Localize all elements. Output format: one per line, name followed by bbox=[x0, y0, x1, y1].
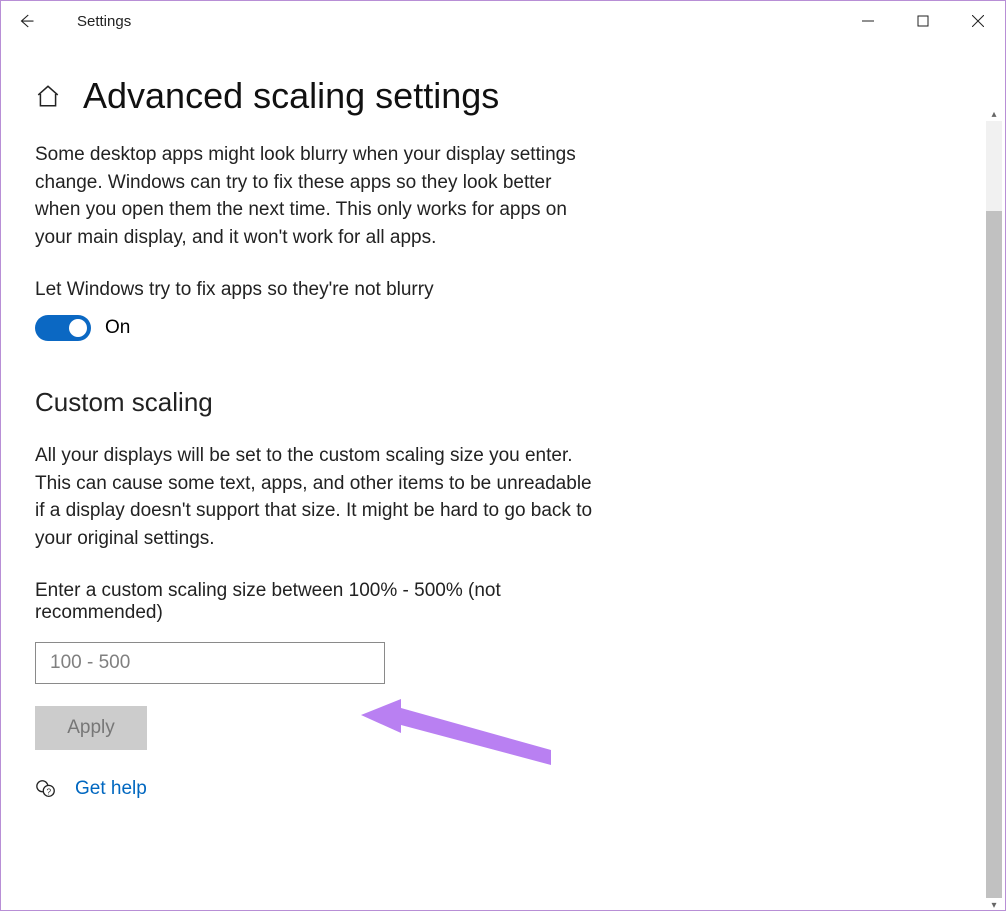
scale-input-label: Enter a custom scaling size between 100%… bbox=[35, 580, 607, 624]
apply-button[interactable]: Apply bbox=[35, 706, 147, 750]
back-button[interactable] bbox=[5, 1, 47, 41]
titlebar: Settings bbox=[1, 1, 1005, 41]
close-icon bbox=[972, 15, 984, 27]
toggle-row: On bbox=[35, 315, 607, 341]
toggle-knob bbox=[69, 319, 87, 337]
minimize-icon bbox=[862, 15, 874, 27]
scroll-down-icon[interactable]: ▾ bbox=[986, 898, 1002, 912]
scale-input-row bbox=[35, 642, 607, 684]
custom-scaling-desc: All your displays will be set to the cus… bbox=[35, 442, 595, 552]
scrollbar[interactable]: ▴ ▾ bbox=[986, 121, 1002, 898]
scale-input[interactable] bbox=[35, 642, 385, 684]
scrollbar-thumb[interactable] bbox=[986, 211, 1002, 898]
close-button[interactable] bbox=[950, 1, 1005, 41]
help-row: ? Get help bbox=[35, 778, 607, 800]
home-icon[interactable] bbox=[35, 83, 61, 109]
scroll-up-icon[interactable]: ▴ bbox=[986, 107, 1002, 121]
back-icon bbox=[17, 12, 35, 30]
toggle-state-text: On bbox=[105, 317, 130, 339]
intro-text: Some desktop apps might look blurry when… bbox=[35, 141, 595, 251]
maximize-icon bbox=[917, 15, 929, 27]
fix-blurry-label: Let Windows try to fix apps so they're n… bbox=[35, 279, 607, 301]
help-icon: ? bbox=[35, 778, 57, 800]
custom-scaling-heading: Custom scaling bbox=[35, 387, 607, 418]
svg-text:?: ? bbox=[46, 788, 51, 797]
window-controls bbox=[840, 1, 1005, 41]
page-header: Advanced scaling settings bbox=[35, 75, 607, 117]
content-area: Advanced scaling settings Some desktop a… bbox=[1, 41, 641, 820]
get-help-link[interactable]: Get help bbox=[75, 778, 147, 800]
minimize-button[interactable] bbox=[840, 1, 895, 41]
fix-blurry-toggle[interactable] bbox=[35, 315, 91, 341]
page-title: Advanced scaling settings bbox=[83, 75, 499, 117]
window-title: Settings bbox=[77, 13, 131, 30]
maximize-button[interactable] bbox=[895, 1, 950, 41]
